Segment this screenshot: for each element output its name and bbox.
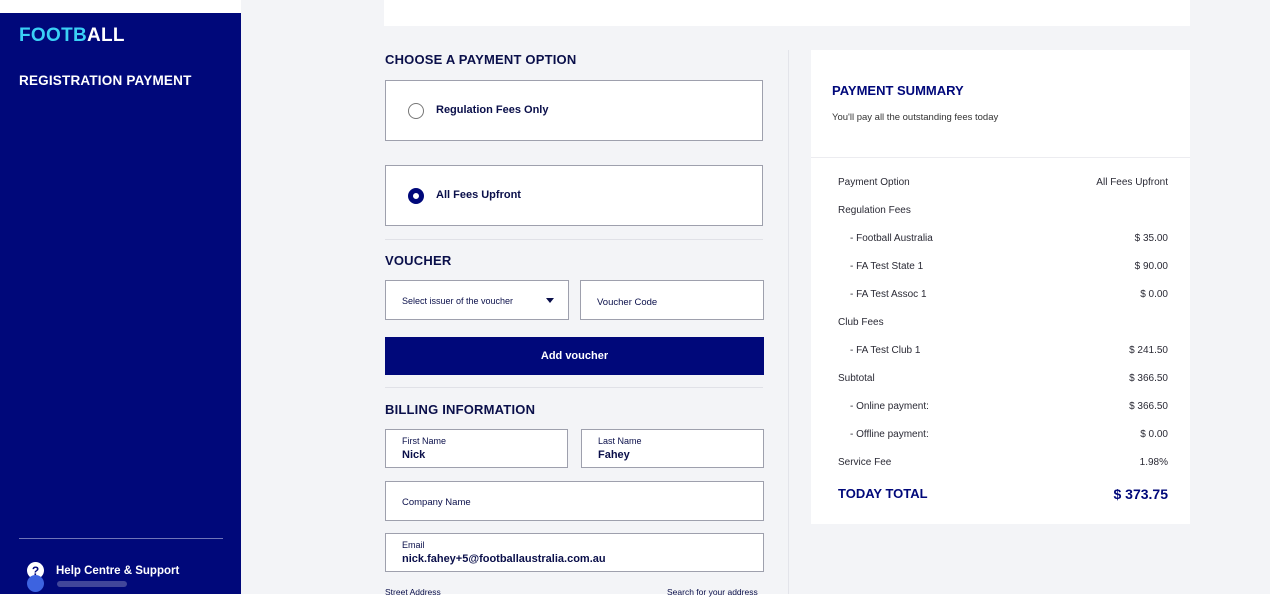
payment-summary-card: PAYMENT SUMMARY You'll pay all the outst… xyxy=(811,50,1190,524)
summary-subtitle: You'll pay all the outstanding fees toda… xyxy=(832,112,999,123)
summary-row: - FA Test State 1 $ 90.00 xyxy=(850,261,1168,272)
user-avatar[interactable] xyxy=(27,575,44,592)
section-divider xyxy=(385,387,763,388)
company-name-field[interactable]: Company Name xyxy=(385,481,764,521)
summary-divider xyxy=(811,157,1190,158)
voucher-title: VOUCHER xyxy=(385,253,452,268)
summary-row: Subtotal $ 366.50 xyxy=(838,373,1168,384)
last-name-field[interactable]: Last Name Fahey xyxy=(581,429,764,468)
summary-row: Club Fees xyxy=(838,317,884,328)
email-value: nick.fahey+5@footballaustralia.com.au xyxy=(402,553,606,565)
email-label: Email xyxy=(402,540,425,550)
today-total: TODAY TOTAL $ 373.75 xyxy=(838,486,1168,502)
search-address-link[interactable]: Search for your address xyxy=(667,587,758,597)
street-address-label: Street Address xyxy=(385,587,441,597)
summary-row: Regulation Fees xyxy=(838,205,911,216)
radio-checked-icon[interactable] xyxy=(408,188,424,204)
today-total-label: TODAY TOTAL xyxy=(838,486,928,501)
sidebar-title: REGISTRATION PAYMENT xyxy=(19,73,192,88)
summary-row: - FA Test Assoc 1 $ 0.00 xyxy=(850,289,1168,300)
billing-title: BILLING INFORMATION xyxy=(385,402,536,417)
first-name-value: Nick xyxy=(402,449,426,461)
help-label: Help Centre & Support xyxy=(56,564,180,577)
top-card xyxy=(384,0,1190,26)
summary-title: PAYMENT SUMMARY xyxy=(832,83,964,98)
first-name-field[interactable]: First Name Nick xyxy=(385,429,568,468)
add-voucher-button[interactable]: Add voucher xyxy=(385,337,764,375)
last-name-label: Last Name xyxy=(598,436,642,446)
last-name-value: Fahey xyxy=(598,449,630,461)
summary-row: Service Fee 1.98% xyxy=(838,457,1168,468)
football-logo[interactable]: FOOTBALL xyxy=(19,25,125,47)
voucher-code-placeholder: Voucher Code xyxy=(597,297,658,308)
option-all-fees-upfront[interactable]: All Fees Upfront xyxy=(385,165,763,226)
summary-row: - Online payment: $ 366.50 xyxy=(850,401,1168,412)
voucher-issuer-select[interactable]: Select issuer of the voucher xyxy=(385,280,569,320)
help-centre-link[interactable]: ? Help Centre & Support xyxy=(27,562,179,579)
option-label: All Fees Upfront xyxy=(436,189,521,201)
section-divider xyxy=(385,239,763,240)
voucher-code-input[interactable]: Voucher Code xyxy=(580,280,764,320)
sidebar-divider xyxy=(19,538,223,539)
caret-down-icon xyxy=(546,298,554,303)
company-name-placeholder: Company Name xyxy=(402,497,471,508)
sidebar: FOOTBALL REGISTRATION PAYMENT ? Help Cen… xyxy=(0,13,241,594)
select-text: Select issuer of the voucher xyxy=(402,296,514,306)
user-name-placeholder xyxy=(57,581,127,587)
summary-row: - Football Australia $ 35.00 xyxy=(850,233,1168,244)
option-label: Regulation Fees Only xyxy=(436,104,549,116)
first-name-label: First Name xyxy=(402,436,447,446)
summary-row: Payment Option All Fees Upfront xyxy=(838,177,1168,188)
email-field[interactable]: Email nick.fahey+5@footballaustralia.com… xyxy=(385,533,764,572)
summary-row: - Offline payment: $ 0.00 xyxy=(850,429,1168,440)
today-total-value: $ 373.75 xyxy=(1113,486,1169,502)
option-regulation-fees-only[interactable]: Regulation Fees Only xyxy=(385,80,763,141)
column-divider xyxy=(788,50,789,594)
payment-option-title: CHOOSE A PAYMENT OPTION xyxy=(385,52,577,67)
summary-row: - FA Test Club 1 $ 241.50 xyxy=(850,345,1168,356)
radio-unchecked-icon[interactable] xyxy=(408,103,424,119)
